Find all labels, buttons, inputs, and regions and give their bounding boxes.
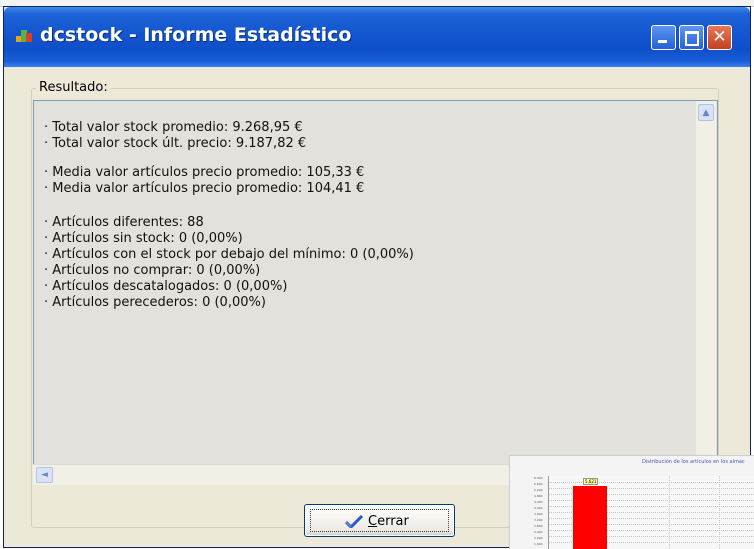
cerrar-button[interactable]: Cerrar xyxy=(304,504,455,537)
result-line-average-item-value-1: · Media valor artículos precio promedio:… xyxy=(44,165,365,180)
chart-preview-bar xyxy=(573,486,607,549)
result-line-out-of-stock: · Artículos sin stock: 0 (0,00%) xyxy=(44,231,243,246)
chart-preview-thumbnail: Distribución de los artículos en los alm… xyxy=(509,455,754,549)
cerrar-label: Cerrar xyxy=(368,514,409,529)
chart-ytick: 4.800 xyxy=(534,494,543,498)
chart-ytick: 6.000 xyxy=(534,476,543,480)
title-bar[interactable]: dcstock - Informe Estadístico ✕ xyxy=(4,7,750,67)
result-line-total-stock-average: · Total valor stock promedio: 9.268,95 € xyxy=(44,120,303,135)
close-icon: ✕ xyxy=(712,27,727,47)
maximize-icon xyxy=(680,26,703,49)
result-line-below-minimum: · Artículos con el stock por debajo del … xyxy=(44,247,414,262)
result-line-average-item-value-2: · Media valor artículos precio promedio:… xyxy=(44,181,365,196)
scroll-left-icon[interactable]: ◄ xyxy=(36,467,53,483)
chart-ytick: 3.600 xyxy=(534,512,543,516)
result-group-label: Resultado: xyxy=(36,80,111,95)
checkmark-icon xyxy=(345,515,363,528)
chart-ytick: 1.600 xyxy=(534,542,543,546)
result-text-area[interactable]: · Total valor stock promedio: 9.268,95 €… xyxy=(33,100,718,484)
result-line-total-stock-last-price: · Total valor stock últ. precio: 9.187,8… xyxy=(44,136,307,151)
chart-ytick: 5.600 xyxy=(534,482,543,486)
maximize-button[interactable] xyxy=(679,25,704,50)
chart-ytick: 4.400 xyxy=(534,500,543,504)
chart-ytick: 2.400 xyxy=(534,530,543,534)
vertical-scrollbar[interactable]: ▲ xyxy=(696,101,716,463)
window-title: dcstock - Informe Estadístico xyxy=(40,24,352,46)
scroll-up-icon[interactable]: ▲ xyxy=(698,104,714,121)
chart-ytick: 2.800 xyxy=(534,524,543,528)
chart-ytick: 4.000 xyxy=(534,506,543,510)
chart-ytick: 5.200 xyxy=(534,488,543,492)
close-window-button[interactable]: ✕ xyxy=(707,25,732,50)
minimize-icon xyxy=(652,26,675,49)
result-line-perishable: · Artículos perecederos: 0 (0,00%) xyxy=(44,295,266,310)
chart-ytick: 3.200 xyxy=(534,518,543,522)
result-line-do-not-buy: · Artículos no comprar: 0 (0,00%) xyxy=(44,263,261,278)
chart-preview-title: Distribución de los artículos en los alm… xyxy=(642,459,745,465)
result-line-discontinued: · Artículos descatalogados: 0 (0,00%) xyxy=(44,279,288,294)
result-line-distinct-items: · Artículos diferentes: 88 xyxy=(44,215,204,230)
chart-preview-bar-label: 5.621 xyxy=(583,478,599,485)
result-lines: · Total valor stock promedio: 9.268,95 €… xyxy=(44,120,414,311)
chart-ytick: 2.000 xyxy=(534,536,543,540)
chart-preview-plot: 5.621 xyxy=(548,476,754,549)
minimize-button[interactable] xyxy=(651,25,676,50)
app-icon xyxy=(16,28,32,44)
